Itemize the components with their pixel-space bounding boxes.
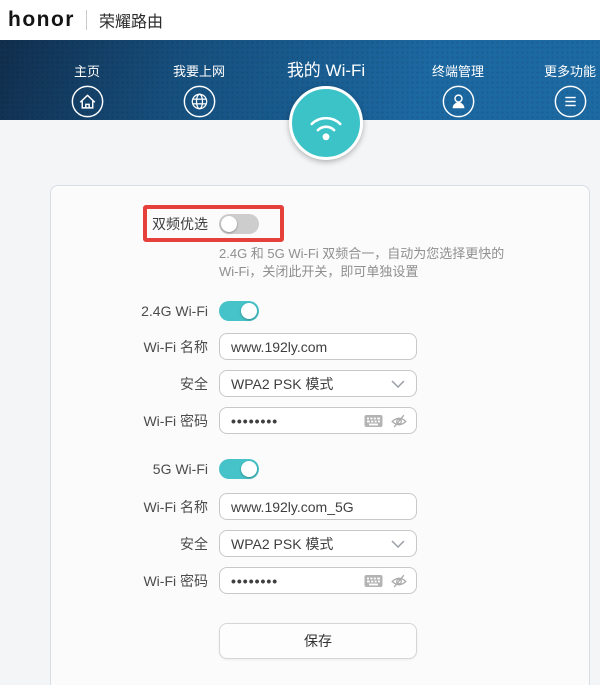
app-header: honor 荣耀路由 [0, 0, 600, 40]
dual-band-description: 2.4G 和 5G Wi-Fi 双频合一，自动为您选择更快的 Wi-Fi，关闭此… [219, 245, 504, 280]
keyboard-icon[interactable] [364, 574, 383, 588]
wifi-5g-name-row: Wi-Fi 名称 [51, 493, 589, 520]
wifi-5g-name-input[interactable] [219, 493, 417, 520]
home-icon [71, 85, 104, 118]
chevron-down-icon [391, 540, 405, 548]
keyboard-icon[interactable] [364, 414, 383, 428]
eye-off-icon[interactable] [390, 572, 408, 590]
dual-band-toggle[interactable] [219, 214, 259, 234]
wifi-24g-toggle[interactable] [219, 301, 259, 321]
wifi-24g-security-row: 安全 WPA2 PSK 模式 [51, 370, 589, 397]
wifi-24g-name-row: Wi-Fi 名称 [51, 333, 589, 360]
dual-band-description-line1: 2.4G 和 5G Wi-Fi 双频合一，自动为您选择更快的 [219, 245, 504, 263]
wifi-5g-toggle-row: 5G Wi-Fi [51, 459, 589, 479]
wifi-5g-security-label: 安全 [51, 534, 208, 554]
header-divider [86, 10, 87, 30]
dual-band-label: 双频优选 [51, 214, 208, 234]
wifi-5g-toggle-label: 5G Wi-Fi [51, 461, 208, 477]
menu-icon [554, 85, 587, 118]
wifi-5g-password-label: Wi-Fi 密码 [51, 571, 208, 591]
wifi-circle-button[interactable] [289, 86, 363, 160]
wifi-5g-password-wrap [219, 567, 417, 594]
wifi-5g-security-value: WPA2 PSK 模式 [231, 534, 333, 554]
wifi-settings-panel: 双频优选 2.4G 和 5G Wi-Fi 双频合一，自动为您选择更快的 Wi-F… [50, 185, 590, 685]
dual-band-description-line2: Wi-Fi，关闭此开关，即可单独设置 [219, 263, 504, 281]
wifi-5g-security-row: 安全 WPA2 PSK 模式 [51, 530, 589, 557]
wifi-24g-security-select[interactable]: WPA2 PSK 模式 [219, 370, 417, 397]
chevron-down-icon [391, 380, 405, 388]
tab-devices-label: 终端管理 [410, 64, 506, 80]
wifi-5g-security-select[interactable]: WPA2 PSK 模式 [219, 530, 417, 557]
tab-my-wifi[interactable]: 我的 Wi-Fi [266, 40, 386, 160]
wifi-5g-name-label: Wi-Fi 名称 [51, 497, 208, 517]
wifi-24g-toggle-row: 2.4G Wi-Fi [51, 301, 589, 321]
user-icon [442, 85, 475, 118]
save-button[interactable]: 保存 [219, 623, 417, 659]
product-name: 荣耀路由 [99, 8, 163, 32]
tab-more-label: 更多功能 [522, 64, 600, 80]
wifi-5g-password-row: Wi-Fi 密码 [51, 567, 589, 594]
content-area: 双频优选 2.4G 和 5G Wi-Fi 双频合一，自动为您选择更快的 Wi-F… [0, 120, 600, 685]
dual-band-row: 双频优选 [51, 206, 589, 242]
eye-off-icon[interactable] [390, 412, 408, 430]
toggle-knob [241, 303, 257, 319]
wifi-24g-toggle-label: 2.4G Wi-Fi [51, 303, 208, 319]
wifi-24g-security-label: 安全 [51, 374, 208, 394]
tab-my-wifi-label: 我的 Wi-Fi [266, 61, 386, 81]
toggle-knob [221, 216, 237, 232]
tab-devices[interactable]: 终端管理 [410, 40, 506, 118]
tab-more[interactable]: 更多功能 [522, 40, 600, 118]
wifi-24g-password-wrap [219, 407, 417, 434]
tab-internet[interactable]: 我要上网 [151, 40, 247, 118]
tab-home-label: 主页 [39, 64, 135, 80]
wifi-24g-security-value: WPA2 PSK 模式 [231, 374, 333, 394]
wifi-24g-name-input[interactable] [219, 333, 417, 360]
tab-internet-label: 我要上网 [151, 64, 247, 80]
tab-home[interactable]: 主页 [39, 40, 135, 118]
main-nav: 主页 我要上网 我的 Wi-Fi 终端管理 [0, 40, 600, 120]
wifi-24g-password-label: Wi-Fi 密码 [51, 411, 208, 431]
wifi-icon [303, 103, 349, 143]
globe-icon [183, 85, 216, 118]
brand-logo: honor [8, 8, 75, 32]
toggle-knob [241, 461, 257, 477]
wifi-24g-name-label: Wi-Fi 名称 [51, 337, 208, 357]
wifi-24g-password-row: Wi-Fi 密码 [51, 407, 589, 434]
wifi-5g-toggle[interactable] [219, 459, 259, 479]
